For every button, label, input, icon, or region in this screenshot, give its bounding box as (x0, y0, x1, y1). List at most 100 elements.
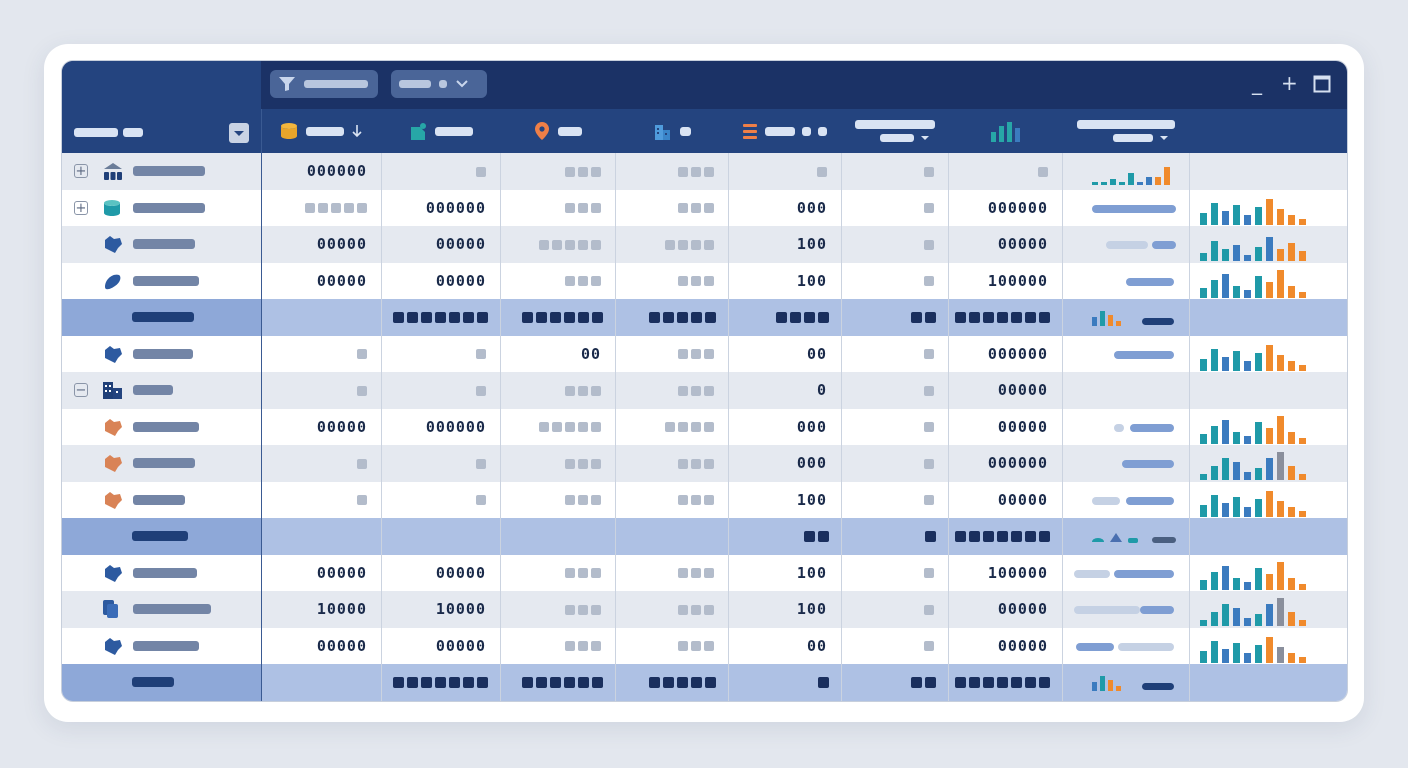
row-label-placeholder (133, 458, 195, 468)
minimize-button[interactable]: _ (1252, 73, 1262, 93)
column-header-7[interactable] (948, 109, 1062, 153)
column-header-1[interactable] (261, 109, 381, 153)
placeholder-square (704, 568, 714, 578)
column-header-2[interactable] (381, 109, 500, 153)
table-row[interactable]: 000 000000 (62, 445, 1347, 482)
spark-bar (1244, 255, 1251, 261)
cell-c2: 00000 (435, 563, 486, 582)
cell-c7 (948, 153, 1048, 190)
spark-bar (1277, 354, 1284, 371)
filter-button[interactable] (270, 70, 378, 98)
cell-c2: 00000 (435, 271, 486, 290)
spark-bar (1211, 466, 1218, 480)
placeholder-square (539, 239, 549, 250)
spark-bar (1200, 504, 1207, 517)
table-row[interactable]: +000000 000 000000 (62, 189, 1347, 226)
placeholder-square (1025, 531, 1036, 542)
spark-bar (1277, 208, 1284, 225)
sparkline (1200, 266, 1306, 298)
placeholder-square (476, 385, 486, 396)
placeholder-square (955, 312, 966, 323)
placeholder-square (565, 276, 575, 286)
cell-c7: 00000 (997, 490, 1048, 509)
placeholder-square (1011, 677, 1022, 688)
table-row[interactable]: 00000 00000 100 00000 (62, 226, 1347, 263)
spark-bar (1233, 642, 1240, 663)
cell-c1 (261, 336, 367, 373)
expand-toggle[interactable]: + (74, 200, 88, 215)
progress-bar (1126, 277, 1174, 286)
cell-c4 (615, 555, 714, 592)
table-row[interactable]: 00000 00000 00 00000 (62, 627, 1347, 664)
spark-bar (1222, 356, 1229, 371)
column-header-3[interactable] (500, 109, 615, 153)
placeholder-square (1025, 312, 1036, 323)
column-header-5[interactable] (728, 109, 841, 153)
cell-c2: 00000 (435, 636, 486, 655)
spark-bar (1266, 604, 1273, 626)
table-row[interactable]: 00000 000000 000 00000 (62, 408, 1347, 446)
placeholder-square (924, 385, 934, 396)
sparkline (1200, 485, 1306, 517)
chevron-down-icon (1159, 136, 1168, 140)
placeholder-square (591, 276, 601, 286)
group-summary-row[interactable] (62, 299, 1347, 336)
placeholder-square (552, 422, 562, 432)
placeholder-square (578, 166, 588, 177)
cell-c3 (500, 372, 601, 409)
group-summary-row[interactable] (62, 518, 1347, 555)
spark-bar (1119, 182, 1125, 185)
expand-toggle[interactable]: + (74, 164, 88, 178)
placeholder-square (435, 312, 446, 323)
column-header-6[interactable] (841, 109, 948, 153)
column-header-label (679, 126, 691, 136)
placeholder-square (463, 312, 474, 323)
table-row[interactable]: 00000 00000 100 100000 (62, 554, 1347, 592)
placeholder-square (704, 239, 714, 250)
spark-bar (1128, 173, 1134, 185)
placeholder-square (818, 312, 829, 323)
database-icon (102, 198, 122, 222)
chevron-down-icon (234, 131, 244, 136)
window-maximize-icon[interactable] (1313, 75, 1331, 93)
spark-bar (1137, 182, 1143, 185)
view-dropdown[interactable] (391, 70, 487, 98)
placeholder-square (344, 203, 354, 213)
cell-c1: 00000 (316, 235, 367, 253)
table-row[interactable]: −0 00000 (62, 372, 1347, 409)
placeholder-square (678, 458, 688, 469)
placeholder-square (435, 677, 446, 688)
map-region-icon (102, 271, 124, 295)
group-summary-row[interactable] (62, 664, 1347, 701)
placeholder-square (536, 677, 547, 688)
column-header-4[interactable] (615, 109, 728, 153)
placeholder-square (578, 422, 588, 432)
spark-bar (1255, 498, 1262, 517)
placeholder-square (678, 495, 688, 505)
table-row[interactable]: +000000 (62, 153, 1347, 190)
placeholder-square (691, 312, 702, 323)
expand-toggle[interactable]: − (74, 383, 88, 397)
table-row[interactable]: 10000 10000 100 00000 (62, 591, 1347, 628)
cell-c6 (841, 409, 934, 446)
spark-bar (1200, 650, 1207, 663)
placeholder-square (550, 677, 561, 688)
spark-bar (1244, 506, 1251, 517)
add-button[interactable]: + (1281, 73, 1298, 93)
group-cell (500, 299, 603, 336)
placeholder-square (578, 458, 588, 469)
row-header-dropdown[interactable] (229, 123, 249, 143)
placeholder-square (704, 422, 714, 432)
table-row[interactable]: 100 00000 (62, 481, 1347, 518)
spark-bar (1200, 212, 1207, 225)
placeholder-square (578, 385, 588, 396)
cell-c6 (841, 153, 934, 190)
table-row[interactable]: 00000 00000 100 100000 (62, 262, 1347, 299)
row-label-placeholder (133, 202, 205, 213)
column-header-8[interactable] (1062, 109, 1189, 153)
cell-c6 (841, 445, 934, 482)
placeholder-square (705, 312, 716, 323)
table-row[interactable]: 00 00 000000 (62, 335, 1347, 373)
placeholder-square (911, 312, 922, 323)
spark-bar (1244, 652, 1251, 663)
